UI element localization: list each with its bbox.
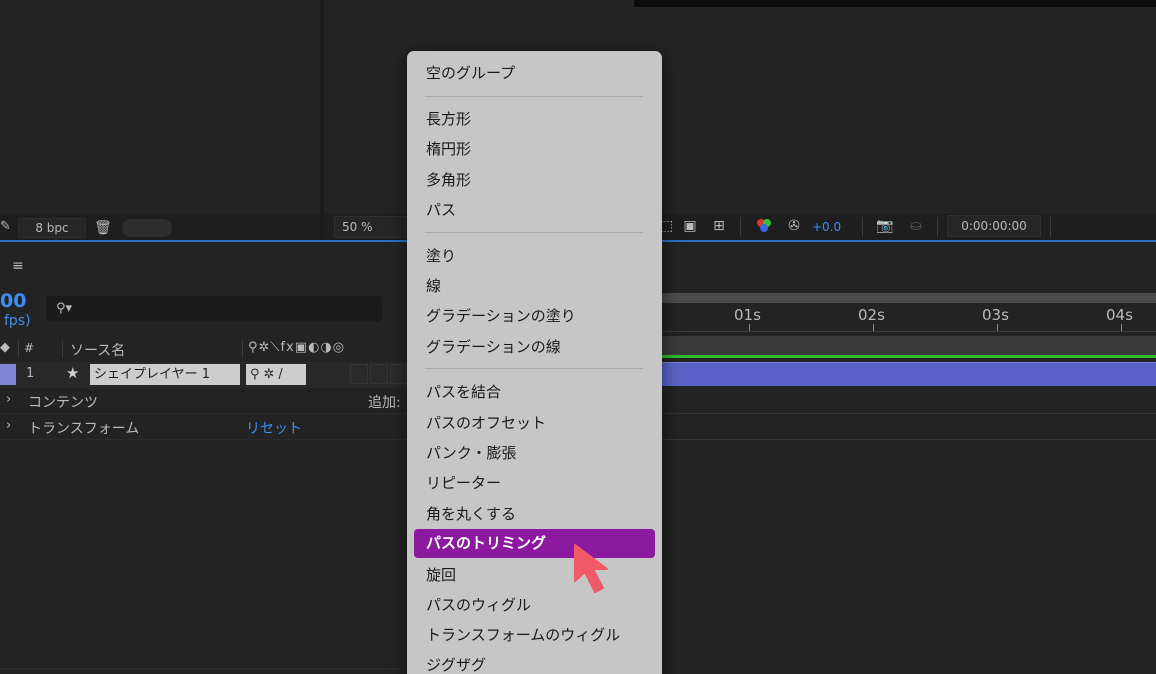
menu-item-path[interactable]: パス xyxy=(426,198,456,222)
camera-icon[interactable]: 📷 xyxy=(874,216,896,236)
column-source-name[interactable]: ソース名 xyxy=(70,340,125,360)
ruler-label: 04s xyxy=(1106,306,1133,324)
ruler-tick xyxy=(1121,324,1122,331)
ruler-label: 02s xyxy=(858,306,885,324)
property-row-transform[interactable]: › トランスフォーム リセット xyxy=(0,414,420,440)
chevron-right-icon[interactable]: › xyxy=(6,418,11,433)
exposure-icon[interactable]: ✇ xyxy=(784,216,804,236)
menu-item-zig-zag[interactable]: ジグザグ xyxy=(426,653,486,674)
menu-item-ellipse[interactable]: 楕円形 xyxy=(426,137,471,161)
show-snapshot-icon[interactable]: ⛀ xyxy=(905,216,927,236)
zoom-dropdown[interactable]: 50 % xyxy=(334,216,408,238)
layer-name[interactable]: シェイプレイヤー 1 xyxy=(90,364,240,385)
property-row-contents[interactable]: › コンテンツ 追加: xyxy=(0,388,420,414)
trash-icon[interactable]: 🗑 xyxy=(94,218,112,238)
timeline-timecode[interactable]: 00 xyxy=(0,290,26,312)
menu-item-rectangle[interactable]: 長方形 xyxy=(426,107,471,131)
viewer-timecode[interactable]: 0:00:00:00 xyxy=(947,215,1041,237)
menu-item-stroke[interactable]: 線 xyxy=(426,274,441,298)
property-label: コンテンツ xyxy=(28,395,98,411)
shape-layer-star-icon: ★ xyxy=(66,364,80,382)
toolbar-divider xyxy=(862,217,863,237)
time-navigator[interactable] xyxy=(662,293,1156,303)
add-menu-label[interactable]: 追加: xyxy=(368,392,401,412)
menu-separator xyxy=(425,96,643,97)
layer-index: 1 xyxy=(26,366,35,381)
ruler-baseline xyxy=(662,331,1156,332)
layer-switch-checkbox[interactable] xyxy=(370,364,388,384)
search-icon: ⚲▾ xyxy=(56,301,73,316)
menu-item-wiggle-transform[interactable]: トランスフォームのウィグル xyxy=(426,623,620,647)
menu-separator xyxy=(425,368,643,369)
menu-item-twist[interactable]: 旋回 xyxy=(426,563,456,587)
work-area-bar[interactable] xyxy=(662,336,1156,356)
add-shape-context-menu: 空のグループ 長方形 楕円形 多角形 パス 塗り 線 グラデーションの塗り グラ… xyxy=(407,51,662,674)
layer-switch-checkbox[interactable] xyxy=(390,364,408,384)
ruler-tick xyxy=(997,324,998,331)
flowchart-icon[interactable]: ✎ xyxy=(0,219,11,235)
layer-search-input[interactable]: ⚲▾ xyxy=(46,296,382,322)
toolbar-divider xyxy=(1050,217,1051,237)
toolbar-divider xyxy=(740,217,741,237)
ruler-tick xyxy=(749,324,750,331)
render-cache-bar xyxy=(662,355,1156,358)
project-scroll-pill[interactable] xyxy=(122,219,172,237)
layer-switches[interactable]: ⚲✲/ xyxy=(246,364,306,385)
column-divider[interactable] xyxy=(62,340,63,358)
timeline-footer xyxy=(0,668,400,670)
track-divider xyxy=(662,413,1156,414)
menu-item-empty-group[interactable]: 空のグループ xyxy=(426,61,515,85)
chevron-right-icon[interactable]: › xyxy=(6,392,11,407)
menu-item-fill[interactable]: 塗り xyxy=(426,244,456,268)
menu-item-gradient-fill[interactable]: グラデーションの塗り xyxy=(426,304,576,328)
mouse-cursor-icon xyxy=(574,544,608,593)
menu-item-round-corners[interactable]: 角を丸くする xyxy=(426,502,516,526)
column-divider[interactable] xyxy=(242,340,243,358)
guides-icon[interactable]: ⊞ xyxy=(708,216,730,236)
menu-item-wiggle-paths[interactable]: パスのウィグル xyxy=(426,593,531,617)
menu-separator xyxy=(425,232,643,233)
bit-depth-button[interactable]: 8 bpc xyxy=(18,218,86,238)
layer-label-color[interactable] xyxy=(0,364,16,385)
panel-menu-icon[interactable]: ≡ xyxy=(12,258,24,274)
menu-item-repeater[interactable]: リピーター xyxy=(426,471,501,495)
exposure-value[interactable]: +0.0 xyxy=(812,218,841,236)
property-label: トランスフォーム xyxy=(28,421,140,437)
menu-item-merge-paths[interactable]: パスを結合 xyxy=(426,380,501,404)
column-divider[interactable] xyxy=(18,340,19,358)
menu-item-gradient-stroke[interactable]: グラデーションの線 xyxy=(426,335,561,359)
ruler-tick xyxy=(873,324,874,331)
menu-item-pucker-bloat[interactable]: パンク・膨張 xyxy=(426,441,516,465)
menu-item-polystar[interactable]: 多角形 xyxy=(426,168,471,192)
composition-canvas-edge xyxy=(634,0,1156,7)
toolbar-divider xyxy=(937,217,938,237)
column-number: # xyxy=(24,341,35,355)
track-divider xyxy=(662,439,1156,440)
layer-duration-bar[interactable] xyxy=(662,362,1156,386)
layer-switch-checkbox[interactable] xyxy=(350,364,368,384)
layer-column-header: ◆ # ソース名 ⚲✲⟍fx▣◐◑◎ xyxy=(0,338,420,360)
project-panel xyxy=(0,0,320,214)
ruler-label: 01s xyxy=(734,306,761,324)
timeline-fps: fps) xyxy=(4,313,31,329)
channels-icon[interactable] xyxy=(754,216,774,236)
column-switches: ⚲✲⟍fx▣◐◑◎ xyxy=(248,340,346,355)
label-column-icon: ◆ xyxy=(0,340,10,355)
menu-item-offset-paths[interactable]: パスのオフセット xyxy=(426,411,546,435)
transparency-grid-icon[interactable]: ▣ xyxy=(680,216,700,236)
ruler-label: 03s xyxy=(982,306,1009,324)
reset-link[interactable]: リセット xyxy=(246,418,302,438)
